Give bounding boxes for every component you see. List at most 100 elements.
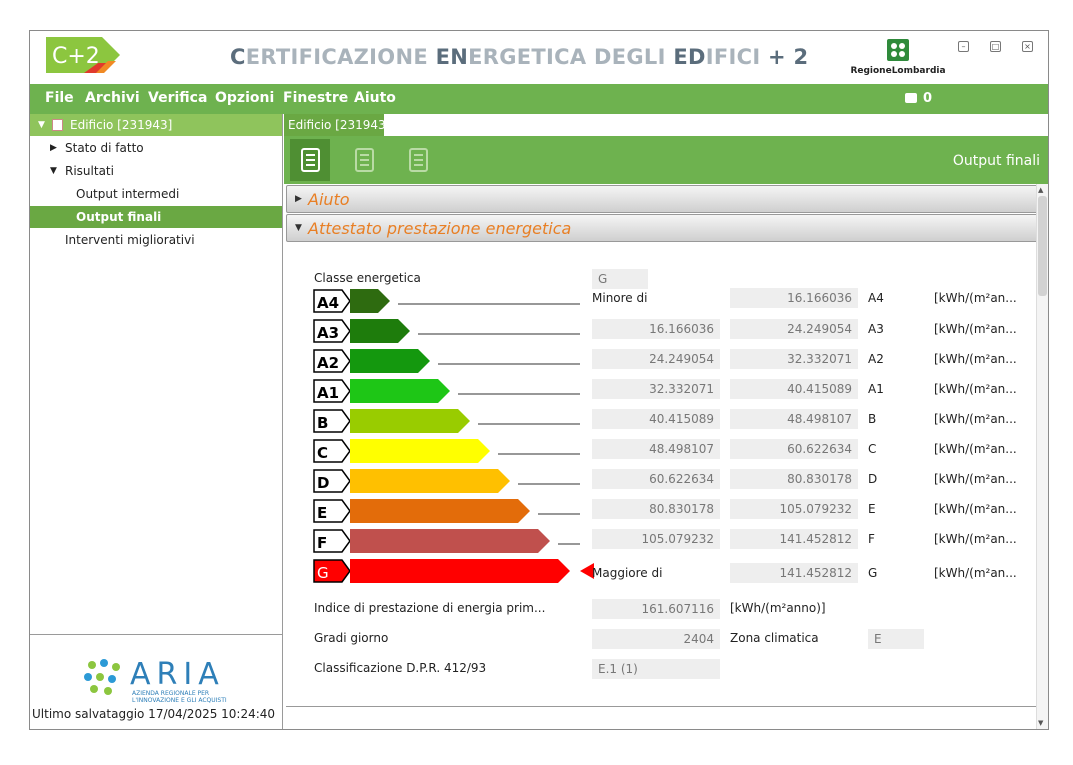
threshold-low: 32.332071	[592, 379, 720, 399]
threshold-class: C	[868, 442, 877, 456]
minore-di-label: Minore di	[592, 291, 648, 305]
section-aiuto-label: Aiuto	[308, 190, 350, 209]
gradi-giorno-label: Gradi giorno	[314, 631, 389, 645]
tree-item-stato-di-fatto[interactable]: ▶ Stato di fatto	[30, 137, 282, 159]
zona-climatica-label: Zona climatica	[730, 631, 819, 645]
threshold-high: 48.498107	[730, 409, 858, 429]
threshold-low: 16.166036	[592, 319, 720, 339]
tree-item-output-finali[interactable]: Output finali	[30, 206, 282, 228]
threshold-high: 24.249054	[730, 319, 858, 339]
message-icon[interactable]	[905, 93, 917, 103]
minimize-button[interactable]: –	[958, 41, 969, 52]
energy-class-g: G	[313, 559, 594, 583]
aria-text: ARIA	[130, 657, 225, 692]
class-arrow	[350, 349, 430, 373]
content-bottom-border	[286, 706, 1036, 707]
threshold-class: F	[868, 532, 875, 546]
aria-dots-icon	[84, 659, 120, 695]
scroll-thumb[interactable]	[1038, 196, 1047, 296]
title-bar: C+2 CERTIFICAZIONE ENERGETICA DEGLI EDIF…	[30, 31, 1048, 84]
vertical-scrollbar[interactable]: ▲ ▼	[1036, 184, 1048, 729]
regione-rose-icon	[887, 39, 909, 61]
document-icon	[355, 148, 374, 172]
document-icon	[301, 148, 320, 172]
class-arrow	[350, 439, 490, 463]
app-title-part: ED	[673, 45, 706, 69]
close-button[interactable]: ×	[1022, 41, 1033, 52]
threshold-unit: [kWh/(m²an...	[934, 442, 1017, 456]
energy-class-c: C	[313, 439, 580, 463]
ipe-label: Indice di prestazione di energia prim...	[314, 601, 546, 615]
threshold-high: 60.622634	[730, 439, 858, 459]
toolbar-document-2-button[interactable]	[344, 139, 384, 181]
tree-item-label: Output finali	[76, 210, 162, 224]
tree-item-output-intermedi[interactable]: Output intermedi	[30, 183, 282, 205]
section-aiuto[interactable]: ▶ Aiuto	[286, 185, 1038, 213]
threshold-class: A1	[868, 382, 884, 396]
threshold-high: 16.166036	[730, 288, 858, 308]
tree-item-interventi-migliorativi[interactable]: Interventi migliorativi	[30, 229, 282, 251]
scroll-up-icon[interactable]: ▲	[1038, 186, 1043, 194]
collapse-arrow-icon: ▼	[295, 223, 302, 233]
class-arrow	[350, 289, 390, 313]
class-arrow	[350, 409, 470, 433]
menu-finestre[interactable]: Finestre	[283, 90, 348, 106]
app-window: C+2 CERTIFICAZIONE ENERGETICA DEGLI EDIF…	[29, 30, 1049, 730]
app-title-part: IFICI	[705, 45, 761, 69]
app-title-part: EN	[435, 45, 469, 69]
aria-subtitle-1: AZIENDA REGIONALE PER	[132, 690, 210, 697]
energy-class-a1: A1	[313, 379, 580, 403]
class-letter: B	[317, 414, 328, 432]
energy-class-e: E	[313, 499, 580, 523]
menu-aiuto[interactable]: Aiuto	[354, 90, 396, 106]
threshold-unit: [kWh/(m²an...	[934, 412, 1017, 426]
maximize-button[interactable]: □	[990, 41, 1001, 52]
regione-lombardia-logo: RegioneLombardia	[848, 39, 948, 79]
tree-item-label: Output intermedi	[76, 187, 180, 201]
threshold-low: 48.498107	[592, 439, 720, 459]
threshold-unit: [kWh/(m²an...	[934, 382, 1017, 396]
section-attestato[interactable]: ▼ Attestato prestazione energetica	[286, 214, 1038, 242]
app-logo: C+2	[44, 35, 122, 79]
toolbar-output-finali-button[interactable]	[290, 139, 330, 181]
menu-file[interactable]: File	[45, 90, 74, 106]
tree-expander-icon[interactable]: ▼	[50, 160, 57, 182]
tree-item-risultati[interactable]: ▼ Risultati	[30, 160, 282, 182]
threshold-high: 141.452812	[730, 563, 858, 583]
threshold-low: 40.415089	[592, 409, 720, 429]
threshold-unit: [kWh/(m²an...	[934, 566, 1017, 580]
sidebar-tree: ▼ Edificio [231943] ▶ Stato di fatto ▼ R…	[30, 114, 283, 729]
dpr-label: Classificazione D.P.R. 412/93	[314, 661, 487, 675]
tab-edificio[interactable]: Edificio [231943]	[284, 114, 390, 136]
threshold-low: 24.249054	[592, 349, 720, 369]
energy-class-scale: A4 A3 A2 A1 BCDEFG	[313, 289, 594, 583]
tree-expander-icon[interactable]: ▶	[50, 137, 57, 159]
class-letter: A2	[317, 354, 339, 372]
class-letter: E	[317, 504, 327, 522]
threshold-class: E	[868, 502, 876, 516]
regione-text: RegioneLombardia	[850, 66, 946, 76]
threshold-unit: [kWh/(m²an...	[934, 502, 1017, 516]
tree-item-label: Risultati	[65, 164, 114, 178]
class-letter: G	[317, 564, 329, 582]
class-letter: A3	[317, 324, 339, 342]
threshold-unit: [kWh/(m²an...	[934, 352, 1017, 366]
menu-archivi[interactable]: Archivi	[85, 90, 140, 106]
threshold-class: B	[868, 412, 877, 426]
tree-root-edificio[interactable]: ▼ Edificio [231943]	[30, 114, 282, 136]
class-letter: C	[317, 444, 328, 462]
threshold-high: 40.415089	[730, 379, 858, 399]
energy-class-a3: A3	[313, 319, 580, 343]
toolbar-document-3-button[interactable]	[398, 139, 438, 181]
tree-item-label: Interventi migliorativi	[65, 233, 195, 247]
aria-logo: ARIA AZIENDA REGIONALE PER L'INNOVAZIONE…	[82, 657, 242, 707]
tree-expander-icon[interactable]: ▼	[38, 114, 45, 136]
menu-verifica[interactable]: Verifica	[148, 90, 207, 106]
energy-class-a2: A2	[313, 349, 580, 373]
menu-opzioni[interactable]: Opzioni	[215, 90, 274, 106]
threshold-unit: [kWh/(m²an...	[934, 472, 1017, 486]
class-arrow	[350, 559, 570, 583]
app-title-part: C	[230, 45, 246, 69]
threshold-low: 60.622634	[592, 469, 720, 489]
scroll-down-icon[interactable]: ▼	[1038, 719, 1043, 727]
